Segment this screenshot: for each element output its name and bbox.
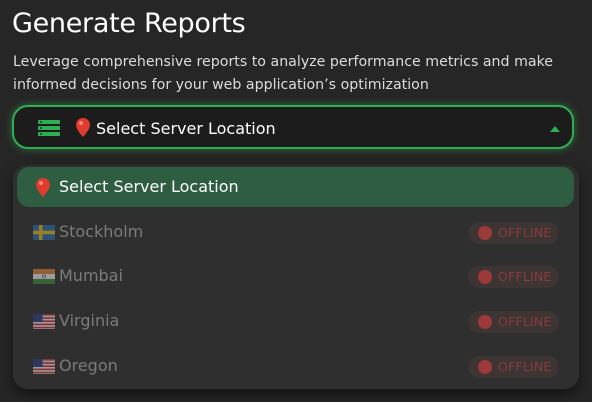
- india-flag-icon: [33, 269, 55, 284]
- page-description: Leverage comprehensive reports to analyz…: [13, 54, 554, 93]
- map-pin-icon: [76, 118, 90, 137]
- status-badge: OFFLINE: [498, 269, 552, 284]
- option-label: Virginia: [59, 311, 120, 330]
- server-location-dropdown: Select Server Location Stockholm OFFLINE…: [13, 165, 579, 389]
- offline-badge: OFFLINE: [468, 266, 559, 288]
- option-label: Oregon: [59, 356, 118, 375]
- offline-badge: OFFLINE: [468, 311, 559, 333]
- select-value: Select Server Location: [76, 118, 276, 138]
- generate-reports-panel: Generate Reports Leverage comprehensive …: [0, 0, 592, 402]
- select-value-label: Select Server Location: [96, 119, 276, 138]
- option-mumbai: Mumbai OFFLINE: [17, 256, 574, 296]
- server-location-select[interactable]: Select Server Location: [12, 105, 574, 149]
- option-stockholm: Stockholm OFFLINE: [17, 212, 574, 252]
- status-badge: OFFLINE: [498, 359, 552, 374]
- status-badge: OFFLINE: [498, 225, 552, 240]
- offline-badge: OFFLINE: [468, 222, 559, 244]
- map-pin-icon: [36, 178, 50, 197]
- offline-dot-icon: [478, 360, 492, 374]
- offline-badge: OFFLINE: [468, 356, 559, 378]
- status-badge: OFFLINE: [498, 314, 552, 329]
- usa-flag-icon: [33, 314, 55, 329]
- option-label: Mumbai: [59, 266, 123, 285]
- option-oregon: Oregon OFFLINE: [17, 346, 574, 386]
- option-label: Select Server Location: [59, 177, 239, 196]
- page-title: Generate Reports: [12, 8, 246, 39]
- server-icon: [38, 120, 60, 136]
- offline-dot-icon: [478, 315, 492, 329]
- offline-dot-icon: [478, 270, 492, 284]
- option-label: Stockholm: [59, 222, 144, 241]
- usa-flag-icon: [33, 359, 55, 374]
- option-select-server-location[interactable]: Select Server Location: [17, 167, 574, 207]
- chevron-up-icon[interactable]: [550, 126, 560, 132]
- option-virginia: Virginia OFFLINE: [17, 301, 574, 341]
- offline-dot-icon: [478, 226, 492, 240]
- sweden-flag-icon: [33, 225, 55, 240]
